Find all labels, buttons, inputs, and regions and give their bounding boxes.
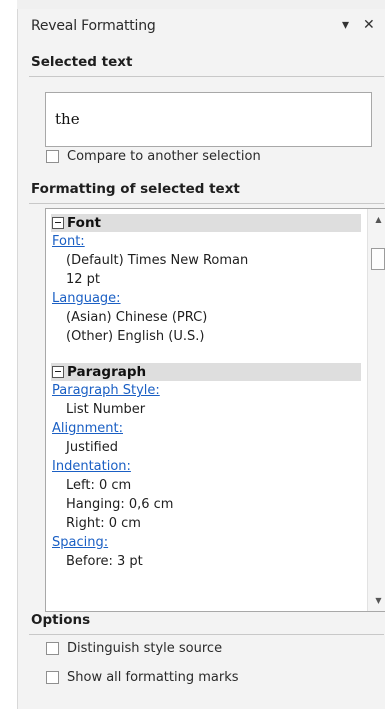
font-link[interactable]: Font:	[51, 232, 361, 251]
distinguish-style-label: Distinguish style source	[67, 641, 223, 656]
alignment-value: Justified	[66, 440, 118, 455]
chevron-up-icon[interactable]: ▲	[368, 211, 385, 228]
spacing-before-value: Before: 3 pt	[66, 554, 143, 569]
section-divider	[29, 634, 384, 635]
document-edge	[0, 0, 17, 709]
group-title: Font	[67, 215, 102, 231]
selected-text-box[interactable]: the	[45, 92, 372, 147]
collapse-minus-icon[interactable]	[52, 366, 64, 378]
font-size-value: 12 pt	[66, 272, 101, 287]
compare-selection-label: Compare to another selection	[67, 149, 261, 164]
options-heading: Options	[31, 612, 91, 628]
pane-title: Reveal Formatting	[31, 18, 156, 34]
distinguish-style-checkbox[interactable]	[46, 642, 59, 655]
indentation-link[interactable]: Indentation:	[51, 457, 361, 476]
formatting-list-box[interactable]: Font Font: (Default) Times New Roman 12 …	[45, 208, 385, 612]
show-marks-checkbox[interactable]	[46, 671, 59, 684]
vertical-scrollbar[interactable]: ▲ ▼	[367, 209, 385, 611]
distinguish-style-option[interactable]: Distinguish style source	[46, 641, 222, 656]
pane-options-dropdown-icon[interactable]: ▾	[342, 17, 349, 33]
language-asian-value: (Asian) Chinese (PRC)	[66, 310, 208, 325]
close-icon[interactable]: ✕	[363, 17, 375, 33]
section-divider	[29, 203, 384, 204]
alignment-link[interactable]: Alignment:	[51, 419, 361, 438]
selected-text-value: the	[55, 110, 80, 128]
section-divider	[29, 76, 384, 77]
indent-hanging-value: Hanging: 0,6 cm	[66, 497, 174, 512]
collapse-minus-icon[interactable]	[52, 217, 64, 229]
group-header-paragraph[interactable]: Paragraph	[51, 363, 361, 381]
pane-titlebar: Reveal Formatting ▾ ✕	[18, 9, 385, 43]
indent-right-value: Right: 0 cm	[66, 516, 141, 531]
compare-selection-option[interactable]: Compare to another selection	[46, 149, 261, 164]
font-name-value: (Default) Times New Roman	[66, 253, 249, 268]
compare-selection-checkbox[interactable]	[46, 150, 59, 163]
scrollbar-thumb[interactable]	[371, 248, 385, 270]
formatting-heading: Formatting of selected text	[31, 181, 240, 197]
selected-text-heading: Selected text	[31, 54, 133, 70]
group-header-font[interactable]: Font	[51, 214, 361, 232]
show-marks-label: Show all formatting marks	[67, 670, 239, 685]
spacing-link[interactable]: Spacing:	[51, 533, 361, 552]
show-marks-option[interactable]: Show all formatting marks	[46, 670, 239, 685]
indent-left-value: Left: 0 cm	[66, 478, 132, 493]
paragraph-style-link[interactable]: Paragraph Style:	[51, 381, 361, 400]
formatting-list: Font Font: (Default) Times New Roman 12 …	[51, 214, 361, 571]
reveal-formatting-pane: Reveal Formatting ▾ ✕ Selected text the …	[17, 9, 385, 709]
language-other-value: (Other) English (U.S.)	[66, 329, 205, 344]
group-title: Paragraph	[67, 364, 147, 380]
paragraph-style-value: List Number	[66, 402, 146, 417]
language-link[interactable]: Language:	[51, 289, 361, 308]
chevron-down-icon[interactable]: ▼	[368, 592, 385, 609]
